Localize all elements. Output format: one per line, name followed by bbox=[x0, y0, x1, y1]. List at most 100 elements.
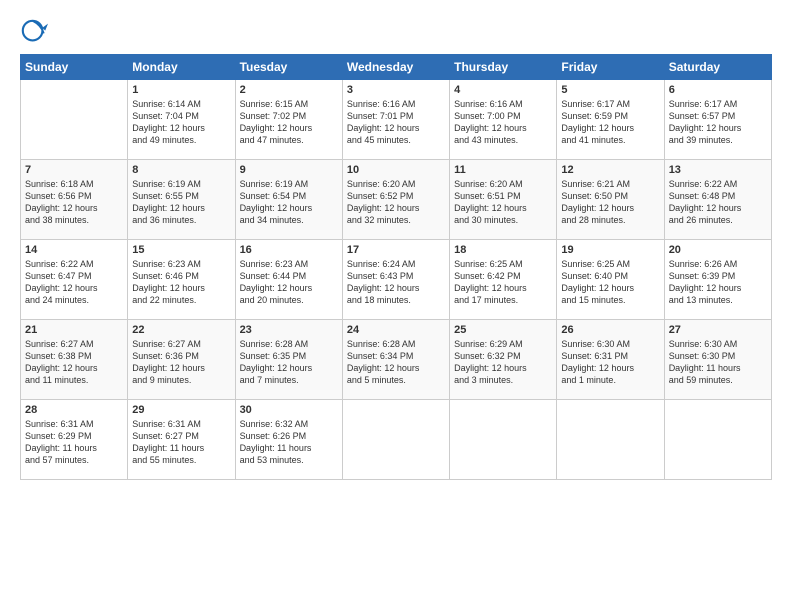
day-cell bbox=[450, 400, 557, 480]
day-cell: 6Sunrise: 6:17 AMSunset: 6:57 PMDaylight… bbox=[664, 80, 771, 160]
day-info: Sunrise: 6:28 AMSunset: 6:34 PMDaylight:… bbox=[347, 338, 445, 387]
day-number: 30 bbox=[240, 404, 338, 416]
day-cell: 28 Sunrise: 6:31 AMSunset: 6:29 PMDayligh… bbox=[21, 400, 128, 480]
day-cell: 2 Sunrise: 6:15 AMSunset: 7:02 PMDaylight… bbox=[235, 80, 342, 160]
day-number: 29 bbox=[132, 404, 230, 416]
day-number: 15 bbox=[132, 244, 230, 256]
day-info: Sunrise: 6:23 AMSunset: 6:44 PMDaylight:… bbox=[240, 258, 338, 307]
day-cell: 20 Sunrise: 6:26 AMSunset: 6:39 PMDayligh… bbox=[664, 240, 771, 320]
week-row: 21Sunrise: 6:27 AMSunset: 6:38 PMDayligh… bbox=[21, 320, 772, 400]
day-info: Sunrise: 6:20 AMSunset: 6:52 PMDaylight:… bbox=[347, 178, 445, 227]
day-number: 6 bbox=[669, 84, 767, 96]
header bbox=[20, 18, 772, 46]
week-row: 1Sunrise: 6:14 AMSunset: 7:04 PMDaylight… bbox=[21, 80, 772, 160]
day-cell: 8Sunrise: 6:19 AMSunset: 6:55 PMDaylight… bbox=[128, 160, 235, 240]
day-cell: 15Sunrise: 6:23 AMSunset: 6:46 PMDayligh… bbox=[128, 240, 235, 320]
day-number: 12 bbox=[561, 164, 659, 176]
day-info: Sunrise: 6:29 AMSunset: 6:32 PMDaylight:… bbox=[454, 338, 552, 387]
day-number: 19 bbox=[561, 244, 659, 256]
day-cell: 4 Sunrise: 6:16 AMSunset: 7:00 PMDaylight… bbox=[450, 80, 557, 160]
calendar-header: SundayMondayTuesdayWednesdayThursdayFrid… bbox=[21, 55, 772, 80]
day-cell: 24 Sunrise: 6:28 AMSunset: 6:34 PMDayligh… bbox=[342, 320, 449, 400]
day-cell: 7 Sunrise: 6:18 AMSunset: 6:56 PMDaylight… bbox=[21, 160, 128, 240]
day-info: Sunrise: 6:15 AMSunset: 7:02 PMDaylight:… bbox=[240, 98, 338, 147]
day-info: Sunrise: 6:28 AMSunset: 6:35 PMDaylight:… bbox=[240, 338, 338, 387]
day-number: 20 bbox=[669, 244, 767, 256]
day-info: Sunrise: 6:30 AMSunset: 6:30 PMDaylight:… bbox=[669, 338, 767, 387]
day-number: 3 bbox=[347, 84, 445, 96]
day-number: 27 bbox=[669, 324, 767, 336]
logo bbox=[20, 18, 52, 46]
day-cell: 30Sunrise: 6:32 AMSunset: 6:26 PMDayligh… bbox=[235, 400, 342, 480]
day-info: Sunrise: 6:26 AMSunset: 6:39 PMDaylight:… bbox=[669, 258, 767, 307]
day-cell: 17 Sunrise: 6:24 AMSunset: 6:43 PMDayligh… bbox=[342, 240, 449, 320]
day-info: Sunrise: 6:20 AMSunset: 6:51 PMDaylight:… bbox=[454, 178, 552, 227]
day-number: 5 bbox=[561, 84, 659, 96]
day-cell: 29 Sunrise: 6:31 AMSunset: 6:27 PMDayligh… bbox=[128, 400, 235, 480]
day-cell: 3 Sunrise: 6:16 AMSunset: 7:01 PMDaylight… bbox=[342, 80, 449, 160]
day-info: Sunrise: 6:19 AMSunset: 6:54 PMDaylight:… bbox=[240, 178, 338, 227]
calendar-body: 1Sunrise: 6:14 AMSunset: 7:04 PMDaylight… bbox=[21, 80, 772, 480]
day-number: 13 bbox=[669, 164, 767, 176]
day-number: 2 bbox=[240, 84, 338, 96]
week-row: 7 Sunrise: 6:18 AMSunset: 6:56 PMDaylight… bbox=[21, 160, 772, 240]
day-number: 14 bbox=[25, 244, 123, 256]
day-cell: 25 Sunrise: 6:29 AMSunset: 6:32 PMDayligh… bbox=[450, 320, 557, 400]
day-cell bbox=[557, 400, 664, 480]
day-cell: 11 Sunrise: 6:20 AMSunset: 6:51 PMDayligh… bbox=[450, 160, 557, 240]
week-row: 28 Sunrise: 6:31 AMSunset: 6:29 PMDayligh… bbox=[21, 400, 772, 480]
day-info: Sunrise: 6:31 AMSunset: 6:27 PMDaylight:… bbox=[132, 418, 230, 467]
day-cell: 18 Sunrise: 6:25 AMSunset: 6:42 PMDayligh… bbox=[450, 240, 557, 320]
day-number: 1 bbox=[132, 84, 230, 96]
day-number: 25 bbox=[454, 324, 552, 336]
logo-icon bbox=[20, 18, 48, 46]
day-number: 28 bbox=[25, 404, 123, 416]
header-cell: Tuesday bbox=[235, 55, 342, 80]
day-info: Sunrise: 6:24 AMSunset: 6:43 PMDaylight:… bbox=[347, 258, 445, 307]
day-number: 26 bbox=[561, 324, 659, 336]
header-cell: Monday bbox=[128, 55, 235, 80]
day-number: 17 bbox=[347, 244, 445, 256]
day-number: 10 bbox=[347, 164, 445, 176]
day-cell: 23 Sunrise: 6:28 AMSunset: 6:35 PMDayligh… bbox=[235, 320, 342, 400]
day-cell: 10 Sunrise: 6:20 AMSunset: 6:52 PMDayligh… bbox=[342, 160, 449, 240]
day-info: Sunrise: 6:21 AMSunset: 6:50 PMDaylight:… bbox=[561, 178, 659, 227]
day-cell: 5 Sunrise: 6:17 AMSunset: 6:59 PMDaylight… bbox=[557, 80, 664, 160]
day-info: Sunrise: 6:16 AMSunset: 7:01 PMDaylight:… bbox=[347, 98, 445, 147]
day-cell: 21Sunrise: 6:27 AMSunset: 6:38 PMDayligh… bbox=[21, 320, 128, 400]
day-info: Sunrise: 6:31 AMSunset: 6:29 PMDaylight:… bbox=[25, 418, 123, 467]
day-info: Sunrise: 6:17 AMSunset: 6:59 PMDaylight:… bbox=[561, 98, 659, 147]
day-cell bbox=[21, 80, 128, 160]
day-number: 18 bbox=[454, 244, 552, 256]
day-number: 21 bbox=[25, 324, 123, 336]
day-cell: 16Sunrise: 6:23 AMSunset: 6:44 PMDayligh… bbox=[235, 240, 342, 320]
day-cell bbox=[664, 400, 771, 480]
day-number: 9 bbox=[240, 164, 338, 176]
calendar-table: SundayMondayTuesdayWednesdayThursdayFrid… bbox=[20, 54, 772, 480]
day-number: 11 bbox=[454, 164, 552, 176]
calendar-page: SundayMondayTuesdayWednesdayThursdayFrid… bbox=[0, 0, 792, 612]
day-cell: 22 Sunrise: 6:27 AMSunset: 6:36 PMDayligh… bbox=[128, 320, 235, 400]
day-cell: 27 Sunrise: 6:30 AMSunset: 6:30 PMDayligh… bbox=[664, 320, 771, 400]
header-cell: Thursday bbox=[450, 55, 557, 80]
day-info: Sunrise: 6:25 AMSunset: 6:40 PMDaylight:… bbox=[561, 258, 659, 307]
header-row: SundayMondayTuesdayWednesdayThursdayFrid… bbox=[21, 55, 772, 80]
day-number: 4 bbox=[454, 84, 552, 96]
header-cell: Wednesday bbox=[342, 55, 449, 80]
day-info: Sunrise: 6:22 AMSunset: 6:47 PMDaylight:… bbox=[25, 258, 123, 307]
day-number: 7 bbox=[25, 164, 123, 176]
day-info: Sunrise: 6:25 AMSunset: 6:42 PMDaylight:… bbox=[454, 258, 552, 307]
day-info: Sunrise: 6:16 AMSunset: 7:00 PMDaylight:… bbox=[454, 98, 552, 147]
day-cell: 13Sunrise: 6:22 AMSunset: 6:48 PMDayligh… bbox=[664, 160, 771, 240]
day-cell: 1Sunrise: 6:14 AMSunset: 7:04 PMDaylight… bbox=[128, 80, 235, 160]
day-cell bbox=[342, 400, 449, 480]
header-cell: Sunday bbox=[21, 55, 128, 80]
day-cell: 26Sunrise: 6:30 AMSunset: 6:31 PMDayligh… bbox=[557, 320, 664, 400]
day-info: Sunrise: 6:27 AMSunset: 6:36 PMDaylight:… bbox=[132, 338, 230, 387]
day-number: 24 bbox=[347, 324, 445, 336]
day-info: Sunrise: 6:18 AMSunset: 6:56 PMDaylight:… bbox=[25, 178, 123, 227]
day-number: 22 bbox=[132, 324, 230, 336]
header-cell: Saturday bbox=[664, 55, 771, 80]
day-number: 23 bbox=[240, 324, 338, 336]
day-cell: 14 Sunrise: 6:22 AMSunset: 6:47 PMDayligh… bbox=[21, 240, 128, 320]
